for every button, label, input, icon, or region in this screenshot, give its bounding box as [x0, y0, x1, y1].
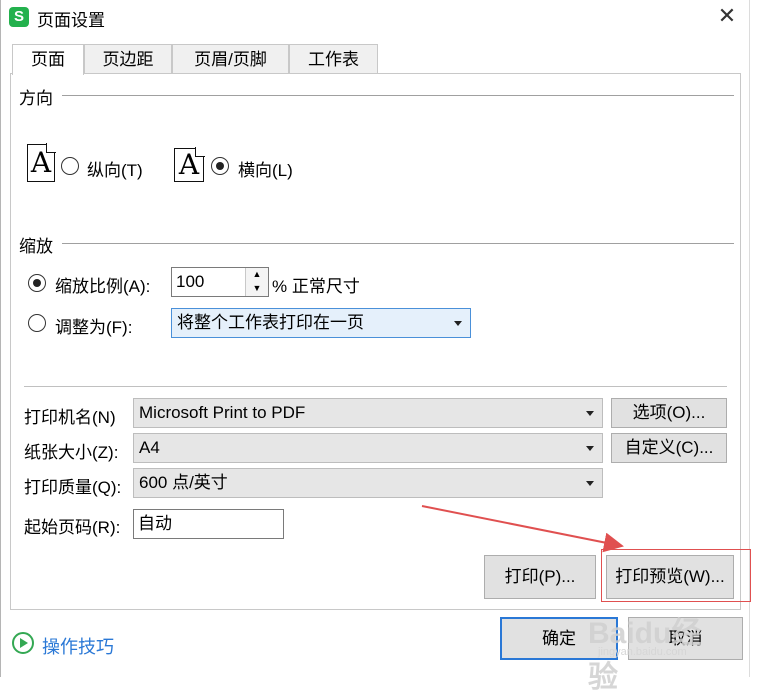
tips-link[interactable]: 操作技巧: [42, 633, 114, 659]
print-button[interactable]: 打印(P)...: [484, 555, 596, 599]
tab-page[interactable]: 页面: [12, 44, 84, 75]
play-icon[interactable]: [12, 632, 34, 654]
baidu-watermark: Baidu经验: [588, 617, 702, 694]
print-preview-button[interactable]: 打印预览(W)...: [606, 555, 734, 599]
baidu-watermark-url: jingyan.baidu.com: [598, 646, 687, 658]
